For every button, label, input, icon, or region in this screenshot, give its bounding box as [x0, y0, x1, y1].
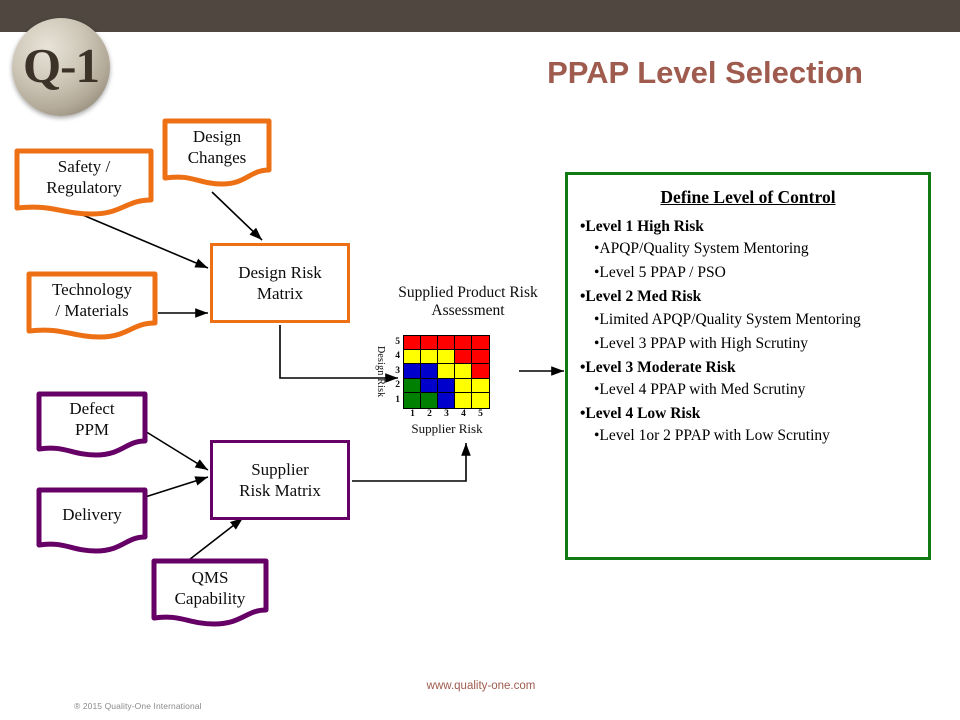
doc-shape: [36, 487, 148, 554]
page-title: PPAP Level Selection: [547, 55, 863, 90]
risk-matrix-y-ticks: 5 4 3 2 1: [389, 335, 400, 407]
doc-shape: [36, 391, 148, 458]
risk-matrix-x-tick: 4: [461, 408, 466, 419]
risk-matrix-y-tick: 4: [395, 351, 400, 362]
risk-matrix-cell: [421, 364, 438, 379]
risk-matrix-cell: [455, 349, 472, 365]
control-level-detail: •Limited APQP/Quality System Mentoring: [594, 310, 861, 328]
control-level-detail: •Level 4 PPAP with Med Scrutiny: [594, 380, 806, 398]
risk-matrix-y-tick: 2: [395, 380, 400, 391]
risk-matrix-cell: [455, 378, 472, 394]
control-level-detail: •Level 3 PPAP with High Scrutiny: [594, 334, 808, 352]
risk-matrix-cell: [404, 378, 421, 394]
risk-matrix-body: Design Risk 5 4 3 2 1 1 2 3 4 5 Supplier Risk: [372, 327, 524, 436]
control-panel-title: Define Level of Control: [660, 187, 836, 207]
supplier-risk-matrix-box[interactable]: Supplier Risk Matrix: [210, 440, 350, 520]
risk-matrix-cell: [438, 364, 455, 379]
risk-matrix-x-ticks: 1 2 3 4 5: [404, 409, 489, 419]
risk-matrix-title: Supplied Product Risk Assessment: [398, 284, 538, 320]
risk-matrix-cell: [438, 378, 455, 394]
input-delivery[interactable]: Delivery: [36, 487, 148, 557]
control-level-heading: •Level 4 Low Risk: [580, 405, 701, 423]
control-level-detail: •Level 5 PPAP / PSO: [594, 264, 726, 282]
risk-matrix-cell: [472, 378, 489, 394]
input-technology-materials[interactable]: Technology / Materials: [26, 271, 158, 343]
risk-matrix-cell: [472, 335, 489, 350]
control-level-detail: •Level 1or 2 PPAP with Low Scrutiny: [594, 427, 830, 445]
risk-matrix-y-tick: 1: [395, 394, 400, 405]
risk-matrix-cell: [421, 349, 438, 365]
input-defect-ppm[interactable]: Defect PPM: [36, 391, 148, 461]
control-level-heading: •Level 3 Moderate Risk: [580, 358, 736, 376]
logo-text: Q-1: [23, 37, 100, 93]
control-panel-list: •Level 1 High Risk •APQP/Quality System M…: [580, 217, 916, 446]
risk-matrix-cell: [404, 393, 421, 408]
risk-matrix-x-tick: 2: [427, 408, 432, 419]
define-level-of-control-panel: Define Level of Control •Level 1 High Ri…: [565, 172, 931, 560]
input-design-changes[interactable]: Design Changes: [162, 118, 272, 190]
input-safety-regulatory[interactable]: Safety / Regulatory: [14, 148, 154, 220]
control-level-detail: •APQP/Quality System Mentoring: [594, 240, 809, 258]
risk-matrix-cell: [421, 335, 438, 350]
risk-matrix-cell: [404, 335, 421, 350]
risk-matrix-cell: [455, 335, 472, 350]
risk-matrix-cell: [404, 349, 421, 365]
control-level-heading: •Level 2 Med Risk: [580, 288, 702, 306]
risk-matrix-cell: [438, 349, 455, 365]
risk-matrix-cell: [455, 393, 472, 408]
risk-matrix-cell: [438, 393, 455, 408]
slide-canvas: Q-1 PPAP Level Selection Safety / Regula…: [0, 0, 960, 720]
risk-matrix-cell: [421, 378, 438, 394]
risk-matrix-grid: [403, 334, 490, 409]
risk-matrix-cell: [455, 364, 472, 379]
risk-matrix-x-tick: 5: [478, 408, 483, 419]
risk-matrix-y-tick: 5: [395, 336, 400, 347]
doc-shape: [151, 558, 269, 627]
risk-matrix-cell: [438, 335, 455, 350]
control-level-heading: •Level 1 High Risk: [580, 218, 704, 235]
header-bar: [0, 0, 960, 32]
risk-matrix-cell: [472, 393, 489, 408]
risk-matrix-chart: Supplied Product Risk Assessment Design …: [372, 284, 538, 436]
risk-matrix-x-tick: 1: [410, 408, 415, 419]
input-qms-capability[interactable]: QMS Capability: [151, 558, 269, 630]
risk-matrix-cell: [404, 364, 421, 379]
risk-matrix-y-tick: 3: [395, 365, 400, 376]
q1-logo: Q-1: [12, 18, 110, 116]
design-risk-matrix-box[interactable]: Design Risk Matrix: [210, 243, 350, 323]
doc-shape: [162, 118, 272, 187]
site-url[interactable]: www.quality-one.com: [356, 680, 606, 692]
risk-matrix-y-axis-label: Design Risk: [375, 345, 386, 398]
risk-matrix-cell: [472, 364, 489, 379]
doc-shape: [14, 148, 154, 217]
risk-matrix-cell: [472, 349, 489, 365]
risk-matrix-cell: [421, 393, 438, 408]
risk-matrix-x-tick: 3: [444, 408, 449, 419]
risk-matrix-x-axis-label: Supplier Risk: [411, 420, 483, 436]
doc-shape: [26, 271, 158, 340]
copyright-notice: ® 2015 Quality-One International: [74, 701, 202, 711]
